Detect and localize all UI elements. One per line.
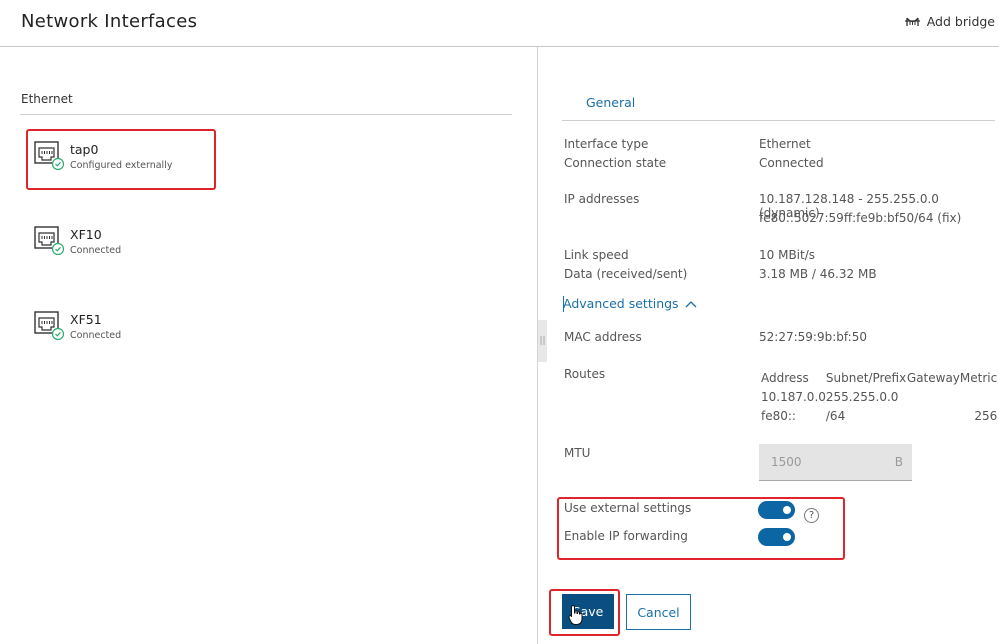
ip-address-v6: fe80::5027:59ff:fe9b:bf50/64 (fix) (759, 211, 962, 225)
link-speed-value: 10 MBit/s (759, 248, 816, 262)
section-divider (20, 114, 512, 115)
ethernet-port-icon (34, 141, 64, 170)
interface-item-tap0[interactable]: tap0 Configured externally (34, 140, 234, 180)
interface-type-label: Interface type (564, 137, 649, 151)
enable-ip-forwarding-toggle[interactable] (758, 528, 795, 546)
route-subnet: 255.255.0.0 (825, 389, 899, 404)
text-cursor (563, 296, 564, 312)
interface-status: Connected (70, 245, 122, 256)
enable-ip-forwarding-label: Enable IP forwarding (564, 529, 688, 543)
header-bar: Network Interfaces Add bridge (0, 0, 999, 47)
mac-address-label: MAC address (564, 330, 642, 344)
ethernet-port-icon (34, 311, 64, 340)
bridge-icon (904, 17, 920, 26)
data-transfer-value: 3.18 MB / 46.32 MB (759, 267, 877, 281)
use-external-settings-toggle[interactable] (758, 501, 795, 519)
mac-address-value: 52:27:59:9b:bf:50 (759, 330, 867, 344)
add-bridge-label: Add bridge (926, 14, 995, 29)
mtu-label: MTU (564, 446, 591, 460)
interface-status: Configured externally (70, 160, 173, 171)
interface-name: tap0 (70, 142, 99, 157)
toggle-knob (783, 506, 791, 514)
toggle-knob (783, 533, 791, 541)
splitter-handle[interactable]: || (537, 320, 547, 362)
chevron-up-icon (685, 300, 697, 307)
routes-label: Routes (564, 367, 606, 381)
route-metric: 256 (974, 408, 998, 423)
connection-state-label: Connection state (564, 156, 667, 170)
interface-name: XF10 (70, 227, 102, 242)
advanced-settings-label: Advanced settings (563, 296, 679, 311)
page-title: Network Interfaces (21, 11, 198, 32)
route-gateway (907, 406, 960, 425)
routes-header-address: Address (761, 370, 809, 385)
cancel-button[interactable]: Cancel (626, 594, 691, 630)
interface-type-value: Ethernet (759, 137, 811, 151)
route-metric (960, 387, 997, 406)
connection-state-value: Connected (759, 156, 824, 170)
interface-name: XF51 (70, 312, 102, 327)
mtu-input[interactable]: 1500 B (759, 444, 912, 481)
route-address: fe80:: (761, 408, 796, 423)
data-transfer-label: Data (received/sent) (564, 267, 688, 281)
section-title-ethernet: Ethernet (21, 92, 73, 106)
use-external-settings-label: Use external settings (564, 501, 692, 515)
add-bridge-button[interactable]: Add bridge (904, 14, 995, 29)
routes-header-gateway: Gateway (906, 370, 960, 385)
routes-header-row: Address Subnet/Prefix Gateway Metric (761, 368, 997, 387)
hand-cursor-icon (568, 604, 583, 625)
route-subnet: /64 (825, 408, 846, 423)
routes-header-subnet: Subnet/Prefix (825, 370, 907, 385)
advanced-settings-toggle[interactable]: Advanced settings (563, 296, 697, 311)
help-icon[interactable]: ? (804, 508, 819, 523)
ip-addresses-label: IP addresses (564, 192, 640, 206)
interface-item-xf51[interactable]: XF51 Connected (34, 310, 234, 350)
table-row: fe80:: /64 256 (761, 406, 997, 425)
link-speed-label: Link speed (564, 248, 629, 262)
tab-bar-divider (562, 120, 995, 121)
tab-general[interactable]: General (586, 95, 635, 110)
mtu-unit: B (894, 455, 903, 469)
interface-status: Connected (70, 330, 122, 341)
interface-item-xf10[interactable]: XF10 Connected (34, 225, 234, 265)
ethernet-port-icon (34, 226, 64, 255)
route-gateway (907, 387, 960, 406)
table-row: 10.187.0.0 255.255.0.0 (761, 387, 997, 406)
mtu-value: 1500 (771, 455, 802, 469)
route-address: 10.187.0.0 (761, 389, 826, 404)
routes-table: Address Subnet/Prefix Gateway Metric 10.… (761, 368, 997, 425)
routes-header-metric: Metric (959, 370, 998, 385)
